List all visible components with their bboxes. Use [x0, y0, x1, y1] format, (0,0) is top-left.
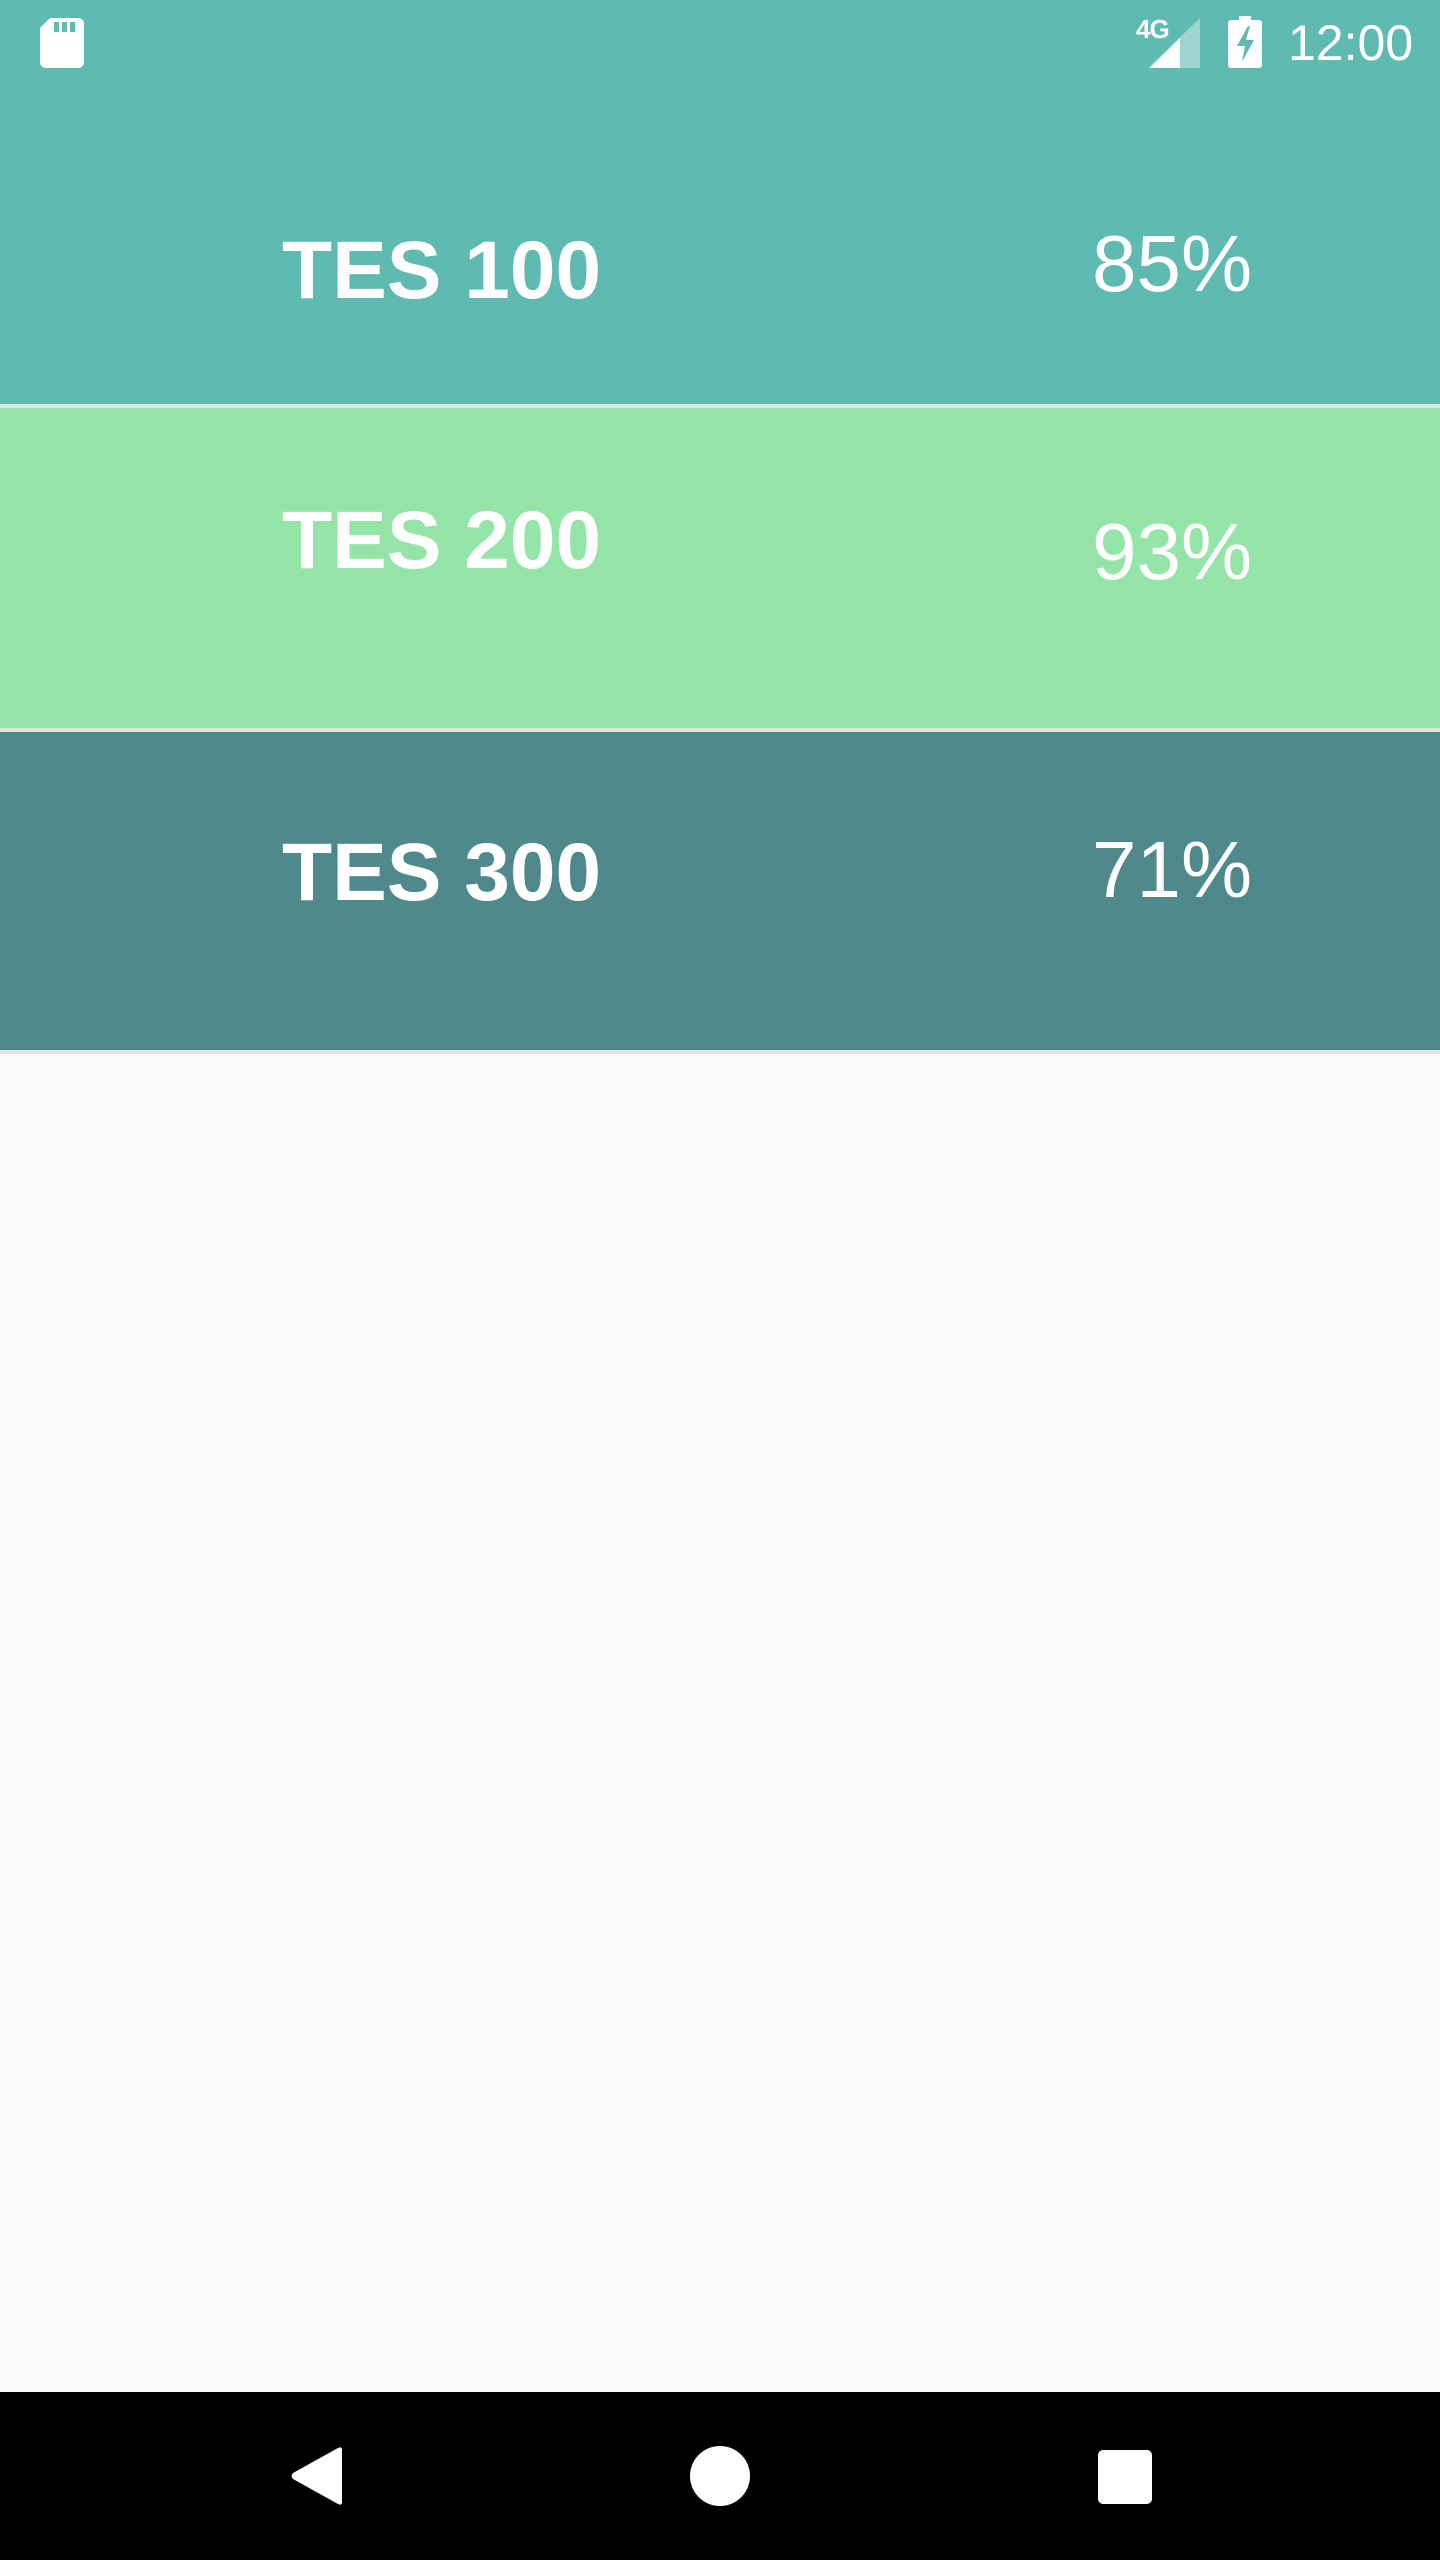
list-item[interactable]: TES 300 71% [0, 732, 1440, 1054]
item-name: TES 300 [282, 827, 602, 918]
recents-icon[interactable] [1098, 2450, 1152, 2504]
home-icon[interactable] [690, 2446, 750, 2506]
item-percentage: 93% [1092, 507, 1253, 596]
clock: 12:00 [1288, 15, 1414, 71]
battery-charging-icon [1228, 16, 1262, 68]
item-name: TES 100 [282, 225, 602, 316]
status-bar: 4G 12:00 [0, 0, 1440, 84]
test-list: TES 100 85% TES 200 93% TES 300 71% [0, 84, 1440, 1054]
signal-icon [1148, 18, 1200, 68]
navigation-bar [0, 2392, 1440, 2560]
list-item[interactable]: TES 200 93% [0, 408, 1440, 732]
list-item[interactable]: TES 100 85% [0, 84, 1440, 408]
back-icon[interactable] [290, 2446, 342, 2506]
sd-card-icon [40, 18, 84, 68]
item-percentage: 71% [1092, 825, 1253, 914]
item-name: TES 200 [282, 495, 602, 586]
item-percentage: 85% [1092, 219, 1253, 308]
